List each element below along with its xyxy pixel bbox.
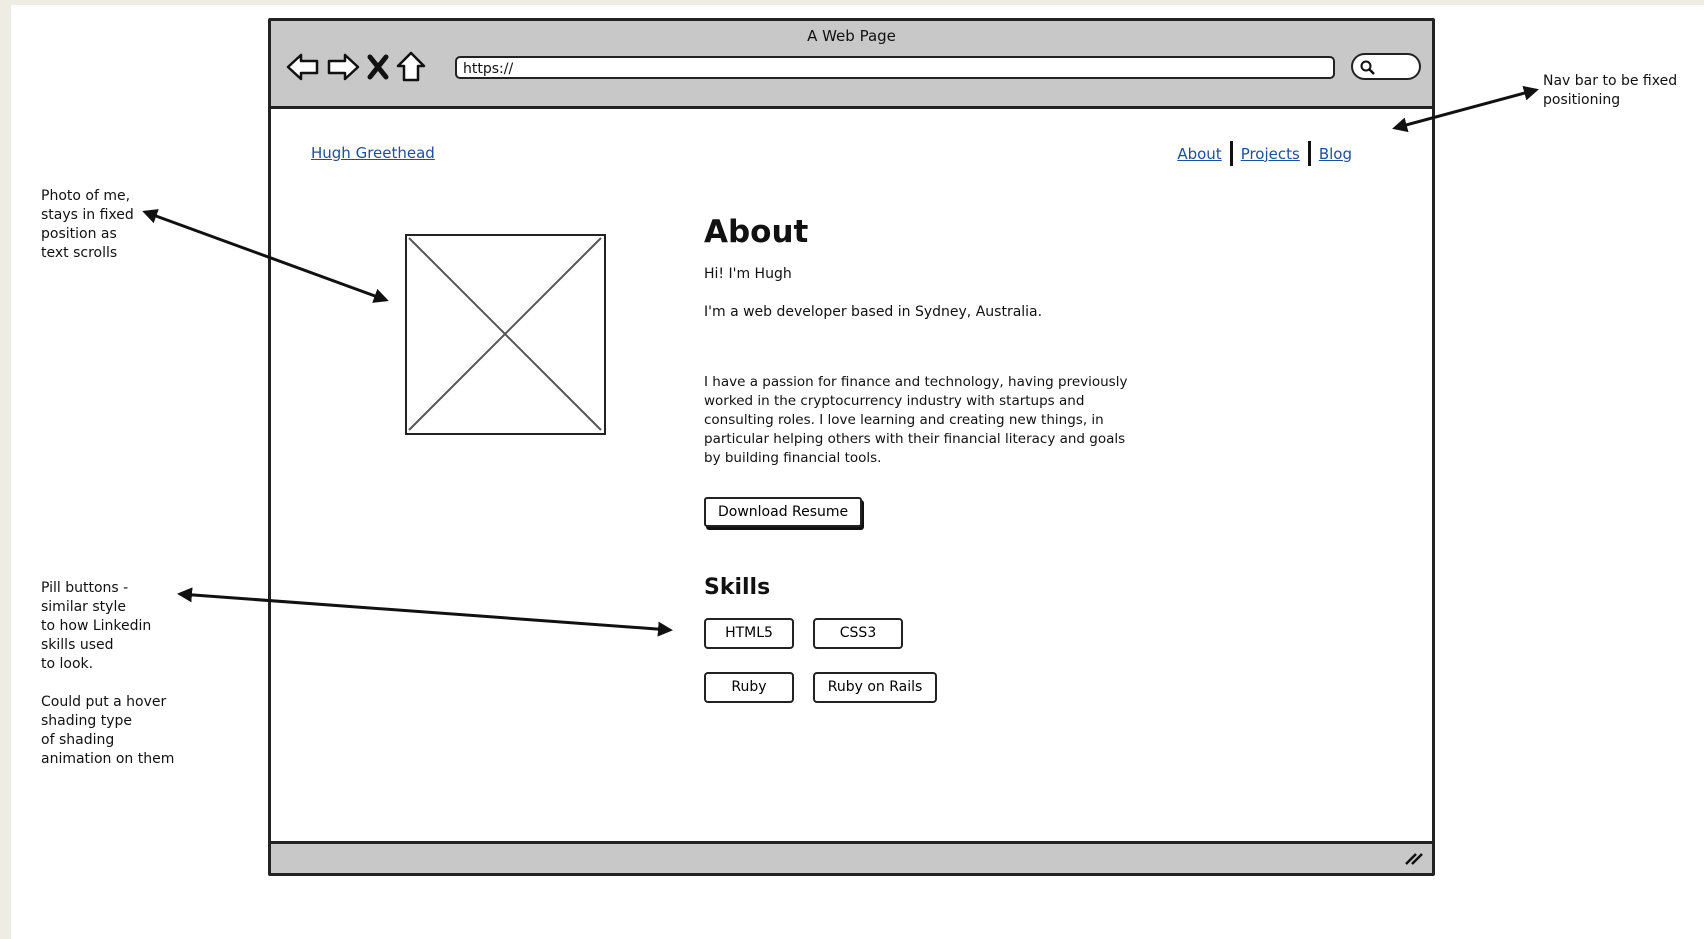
annotation-arrows — [142, 85, 1539, 637]
arrow-nav-bar — [1392, 85, 1539, 133]
arrow-photo — [142, 209, 389, 303]
arrow-pill-buttons — [177, 587, 673, 637]
